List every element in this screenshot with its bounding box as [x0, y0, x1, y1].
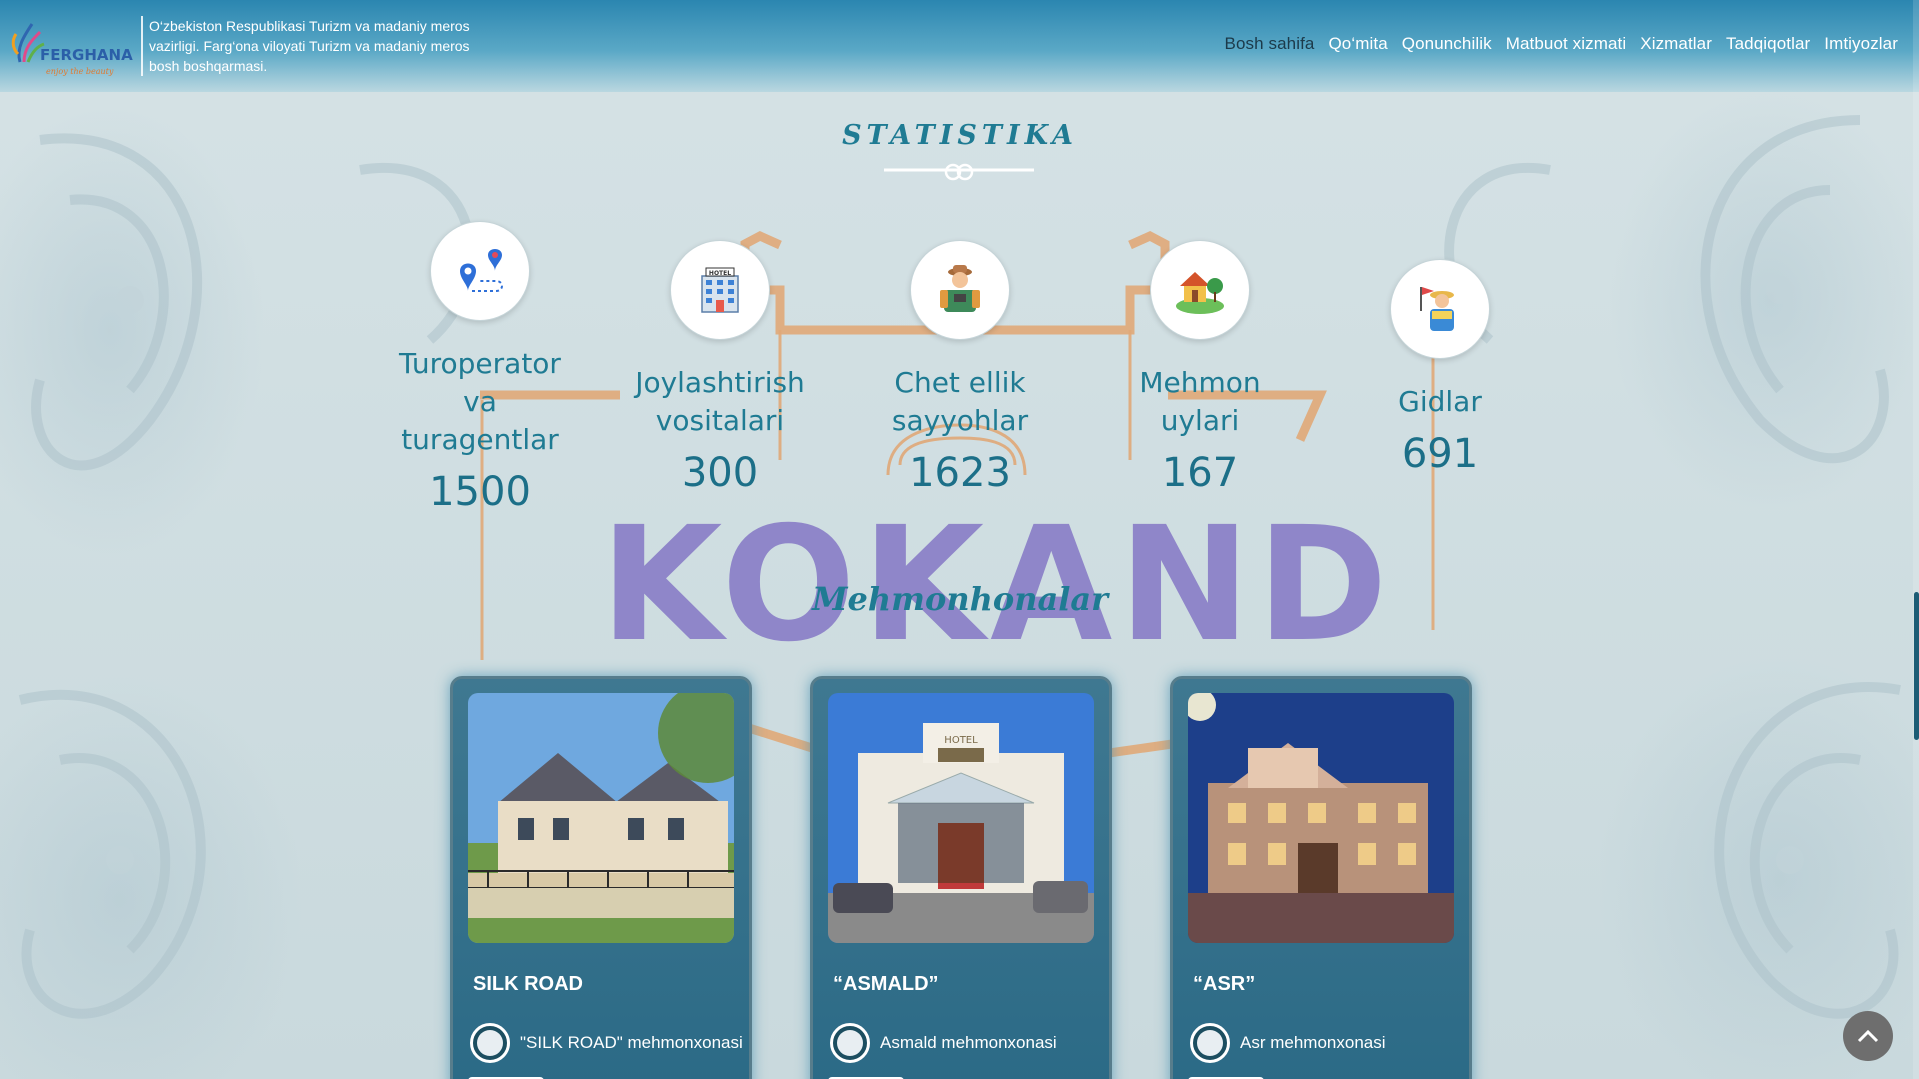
house-icon [1176, 272, 1224, 314]
stat-label: Chet ellik sayyohlar [855, 364, 1065, 440]
stat-label: Mehmon uylari [1095, 364, 1305, 440]
hotel-name: “ASR” [1193, 973, 1256, 995]
hotel-card-asmald[interactable]: HOTEL “ASMALD” Asmald mehmonxonasi [810, 676, 1112, 1079]
stat-label: Joylashtirish vositalari [615, 364, 825, 440]
stat-label-line: sayyohlar [891, 404, 1029, 437]
stat-gidlar: Gidlar 691 [1335, 259, 1545, 477]
hotel-badge-icon [470, 1023, 510, 1063]
map-route-icon [460, 249, 503, 292]
scrollbar-thumb[interactable] [1914, 592, 1919, 740]
scrollbar-track[interactable] [1913, 0, 1919, 1079]
stat-label-line: vositalari [655, 404, 785, 437]
hotel-photo[interactable] [1188, 693, 1454, 943]
hotel-subtitle-row: Asr mehmonxonasi [1190, 1023, 1386, 1063]
hotel-name: “ASMALD” [833, 973, 939, 995]
stat-value: 691 [1401, 431, 1479, 477]
hotel-subtitle-row: Asmald mehmonxonasi [830, 1023, 1057, 1063]
stat-turoperator: Turoperator va turagentlar 1500 [375, 221, 585, 515]
stat-label-line: Gidlar [1398, 385, 1482, 418]
hotel-subtitle: Asr mehmonxonasi [1240, 1033, 1386, 1052]
stat-mehmon-uylari: Mehmon uylari 167 [1095, 240, 1305, 496]
hotel-photo[interactable]: HOTEL [828, 693, 1094, 943]
hotel-card-asr[interactable]: “ASR” Asr mehmonxonasi [1170, 676, 1472, 1079]
stat-label-line: va [463, 385, 497, 418]
stat-label: Gidlar [1335, 383, 1545, 421]
hotel-badge-icon [830, 1023, 870, 1063]
stat-label-line: uylari [1160, 404, 1240, 437]
hotel-subtitle-row: "SILK ROAD" mehmonxonasi [470, 1023, 743, 1063]
stat-circle [430, 221, 530, 321]
stat-circle [910, 240, 1010, 340]
stat-label: Turoperator va turagentlar [375, 345, 585, 459]
guide-icon [1420, 287, 1454, 331]
stat-label-line: turagentlar [401, 423, 559, 456]
hotel-photo[interactable] [468, 693, 734, 943]
hotel-icon: HOTEL [701, 267, 739, 313]
stat-label-line: Joylashtirish [635, 366, 805, 399]
hotel-subtitle: "SILK ROAD" mehmonxonasi [520, 1033, 743, 1052]
stat-joylashtirish: HOTEL Joylashtirish vositalari 300 [615, 240, 825, 496]
stat-value: 1623 [909, 450, 1011, 496]
hotel-card-silk-road[interactable]: SILK ROAD "SILK ROAD" mehmonxonasi [450, 676, 752, 1079]
stat-label-line: Turoperator [399, 347, 561, 380]
stat-label-line: Chet ellik [894, 366, 1026, 399]
hotel-name: SILK ROAD [473, 973, 583, 995]
stat-chet-ellik: Chet ellik sayyohlar 1623 [855, 240, 1065, 496]
stat-value: 300 [681, 450, 759, 496]
svg-text:HOTEL: HOTEL [709, 270, 731, 277]
stat-label-line: Mehmon [1139, 366, 1261, 399]
tourist-icon [940, 265, 980, 312]
stat-circle: HOTEL [670, 240, 770, 340]
stat-circle [1390, 259, 1490, 359]
chevron-up-icon [1857, 1029, 1879, 1043]
section-title-hotels: Mehmonhonalar [812, 580, 1108, 618]
stat-value: 167 [1161, 450, 1239, 496]
svg-text:HOTEL: HOTEL [944, 735, 978, 746]
back-to-top-button[interactable] [1843, 1011, 1893, 1061]
stat-value: 1500 [429, 469, 531, 515]
hotel-subtitle: Asmald mehmonxonasi [880, 1033, 1057, 1052]
stat-circle [1150, 240, 1250, 340]
hotel-badge-icon [1190, 1023, 1230, 1063]
